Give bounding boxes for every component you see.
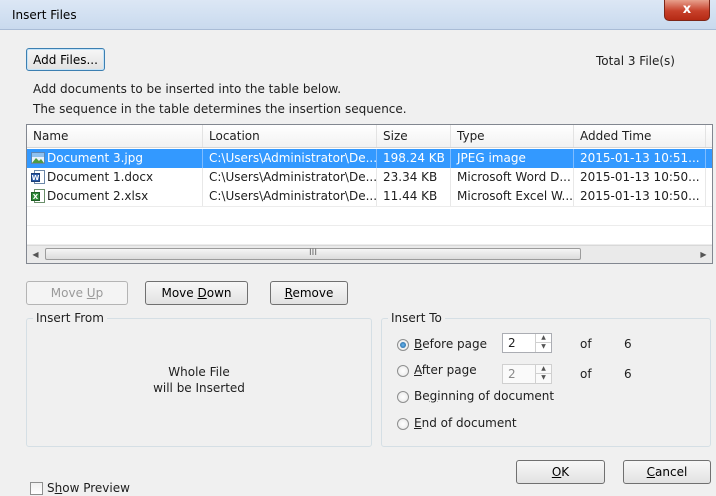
title-bar: Insert Files x bbox=[0, 0, 716, 30]
cancel-button[interactable]: Cancel bbox=[623, 460, 711, 484]
before-page-label[interactable]: Before page bbox=[414, 337, 487, 351]
cell-added-time: 2015-01-13 10:50... bbox=[574, 168, 706, 187]
instruction-line-1: Add documents to be inserted into the ta… bbox=[33, 82, 342, 96]
beginning-of-document-radio[interactable] bbox=[397, 391, 409, 403]
excel-file-icon: X bbox=[31, 189, 45, 203]
insert-from-legend: Insert From bbox=[33, 311, 107, 325]
table-header: Name Location Size Type Added Time bbox=[27, 125, 712, 148]
close-button[interactable]: x bbox=[664, 0, 710, 21]
remove-button[interactable]: Remove bbox=[270, 281, 348, 305]
cell-added-time: 2015-01-13 10:51... bbox=[574, 149, 706, 168]
cell-name: W Document 1.docx bbox=[27, 168, 203, 187]
ok-button[interactable]: OK bbox=[516, 460, 605, 484]
whole-file-label: Whole File bbox=[168, 365, 230, 379]
of-label: of bbox=[580, 337, 592, 351]
file-table[interactable]: Name Location Size Type Added Time Docum… bbox=[26, 124, 713, 264]
cell-type: Microsoft Word D... bbox=[451, 168, 574, 187]
move-up-button[interactable]: Move Up bbox=[26, 281, 128, 305]
scroll-thumb[interactable]: III bbox=[45, 248, 581, 260]
window-title: Insert Files bbox=[12, 8, 77, 22]
instruction-line-2: The sequence in the table determines the… bbox=[33, 102, 407, 116]
cell-size: 198.24 KB bbox=[377, 149, 451, 168]
show-preview-checkbox[interactable] bbox=[30, 482, 43, 495]
horizontal-scrollbar[interactable]: ◀ III ▶ bbox=[27, 245, 712, 263]
cell-size: 23.34 KB bbox=[377, 168, 451, 187]
stepper-up-icon[interactable]: ▲ bbox=[536, 334, 551, 343]
move-down-button[interactable]: Move Down bbox=[145, 281, 248, 305]
of-label: of bbox=[580, 367, 592, 381]
will-be-inserted-label: will be Inserted bbox=[153, 381, 245, 395]
insert-from-group: Insert From Whole File will be Inserted bbox=[26, 311, 372, 447]
cell-added-time: 2015-01-13 10:50... bbox=[574, 187, 706, 206]
scroll-left-icon[interactable]: ◀ bbox=[27, 246, 44, 263]
stepper-up-icon[interactable]: ▲ bbox=[536, 365, 551, 374]
grid-line bbox=[27, 206, 712, 207]
total-pages: 6 bbox=[624, 367, 632, 381]
column-header-added-time[interactable]: Added Time bbox=[574, 125, 706, 147]
column-header-type[interactable]: Type bbox=[451, 125, 574, 147]
cell-location: C:\Users\Administrator\De... bbox=[203, 168, 377, 187]
before-page-stepper[interactable]: 2 ▲ ▼ bbox=[502, 333, 552, 353]
cell-name: Document 3.jpg bbox=[27, 149, 203, 168]
total-files-count: Total 3 File(s) bbox=[596, 54, 675, 68]
column-header-name[interactable]: Name bbox=[27, 125, 203, 147]
cell-location: C:\Users\Administrator\De... bbox=[203, 149, 377, 168]
column-header-size[interactable]: Size bbox=[377, 125, 451, 147]
cell-type: JPEG image bbox=[451, 149, 574, 168]
word-file-icon: W bbox=[31, 170, 45, 184]
beginning-of-document-label[interactable]: Beginning of document bbox=[414, 389, 554, 403]
jpg-file-icon bbox=[31, 152, 45, 164]
show-preview-label[interactable]: Show Preview bbox=[47, 481, 130, 495]
column-header-location[interactable]: Location bbox=[203, 125, 377, 147]
stepper-down-icon[interactable]: ▼ bbox=[536, 343, 551, 352]
cell-size: 11.44 KB bbox=[377, 187, 451, 206]
stepper-down-icon[interactable]: ▼ bbox=[536, 374, 551, 383]
cell-name: X Document 2.xlsx bbox=[27, 187, 203, 206]
end-of-document-label[interactable]: End of document bbox=[414, 416, 517, 430]
after-page-label[interactable]: After page bbox=[414, 363, 477, 377]
after-page-radio[interactable] bbox=[397, 365, 409, 377]
insert-to-legend: Insert To bbox=[388, 311, 445, 325]
total-pages: 6 bbox=[624, 337, 632, 351]
grid-line bbox=[27, 225, 712, 226]
scroll-right-icon[interactable]: ▶ bbox=[695, 246, 712, 263]
end-of-document-radio[interactable] bbox=[397, 418, 409, 430]
insert-to-group: Insert To Before page 2 ▲ ▼ of 6 After pa… bbox=[381, 311, 711, 447]
table-row[interactable]: W Document 1.docx C:\Users\Administrator… bbox=[27, 168, 712, 187]
cell-type: Microsoft Excel W... bbox=[451, 187, 574, 206]
insert-from-text: Whole File will be Inserted bbox=[27, 365, 371, 395]
table-row[interactable]: Document 3.jpg C:\Users\Administrator\De… bbox=[27, 149, 712, 168]
table-row[interactable]: X Document 2.xlsx C:\Users\Administrator… bbox=[27, 187, 712, 206]
add-files-button[interactable]: Add Files... bbox=[26, 48, 105, 71]
close-icon: x bbox=[682, 2, 692, 17]
svg-text:X: X bbox=[33, 193, 39, 201]
after-page-stepper[interactable]: 2 ▲ ▼ bbox=[502, 364, 552, 384]
before-page-radio[interactable] bbox=[397, 339, 409, 351]
cell-location: C:\Users\Administrator\De... bbox=[203, 187, 377, 206]
svg-text:W: W bbox=[32, 174, 40, 182]
